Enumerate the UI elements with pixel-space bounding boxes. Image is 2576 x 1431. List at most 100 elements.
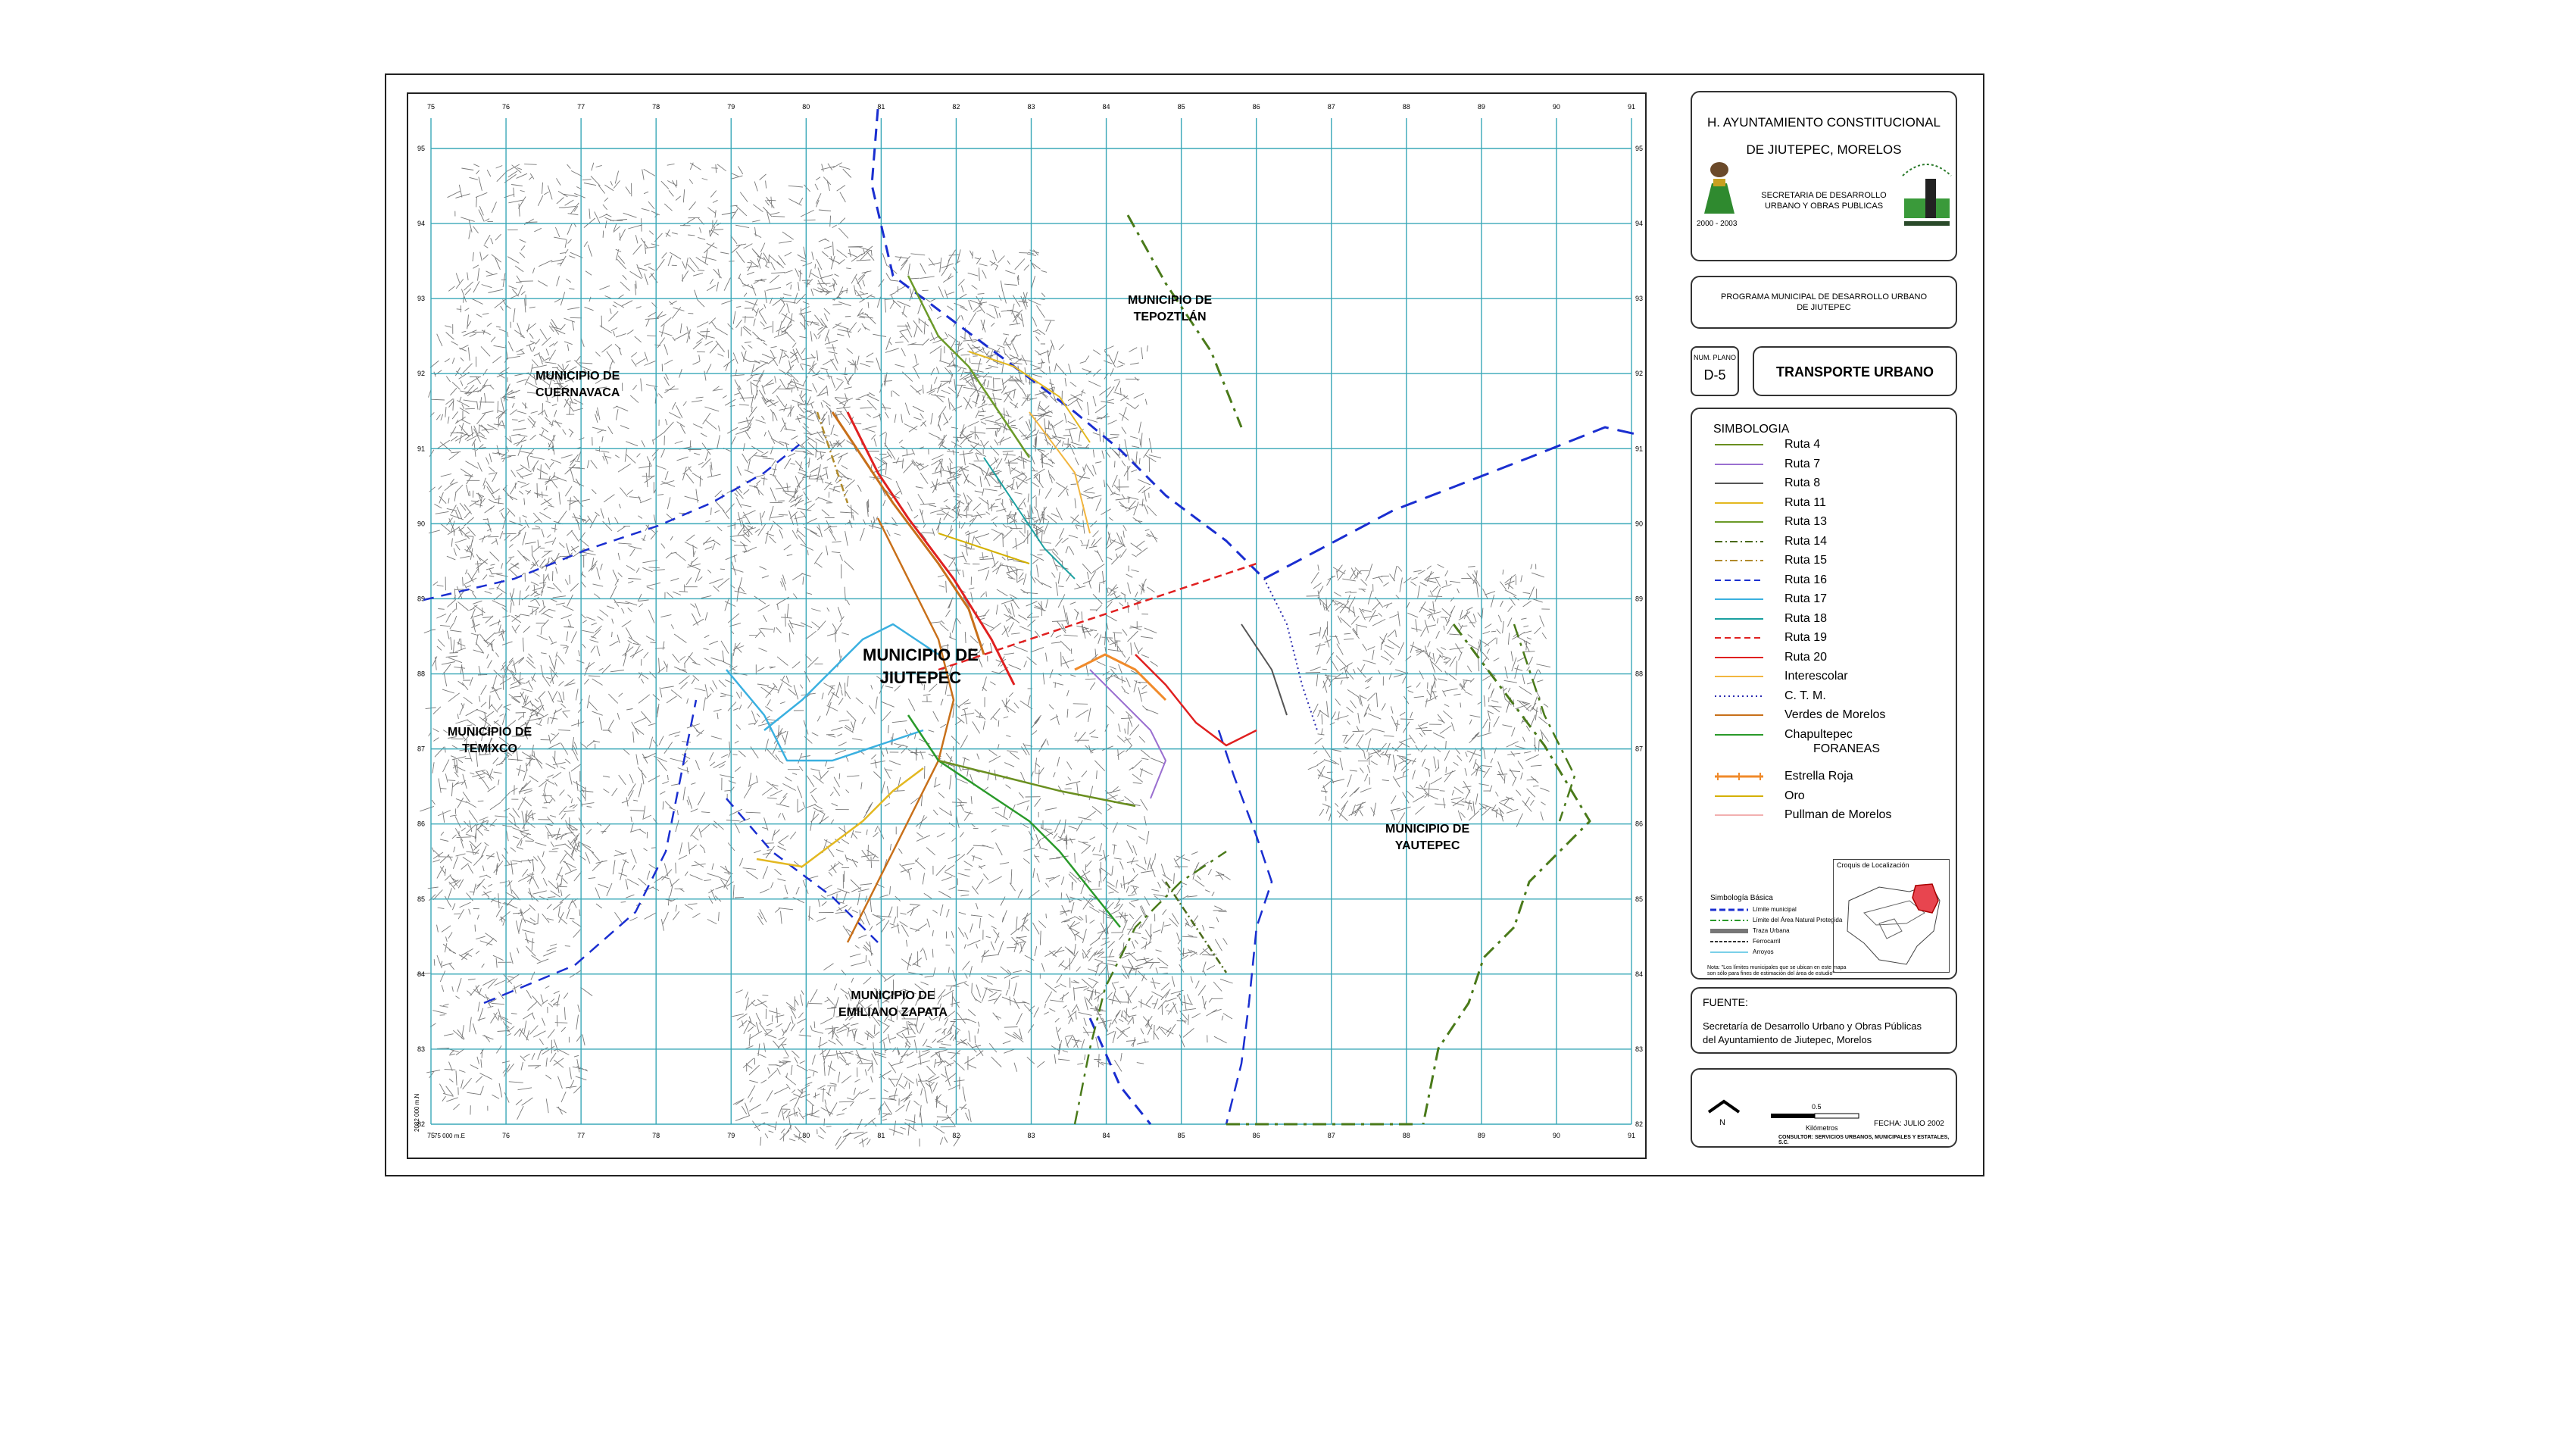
legend-swatch bbox=[1715, 773, 1763, 780]
municipal-boundary bbox=[423, 442, 803, 601]
plan-title-block: TRANSPORTE URBANO bbox=[1753, 346, 1957, 396]
legend-swatch bbox=[1715, 656, 1763, 658]
grid-label-x: 90 bbox=[1553, 103, 1560, 111]
legend-item-route-9: Ruta 18 bbox=[1715, 611, 1827, 627]
foraneas-title: FORANEAS bbox=[1813, 742, 1881, 755]
grid-label-x: 89 bbox=[1478, 103, 1485, 111]
legend-label: Ruta 20 bbox=[1784, 650, 1828, 664]
dept-line1: SECRETARIA DE DESARROLLO bbox=[1761, 191, 1887, 200]
grid-label-y: 85 bbox=[1635, 895, 1643, 903]
legend-item-route-5: Ruta 14 bbox=[1715, 533, 1827, 550]
dept-line2: URBANO Y OBRAS PUBLICAS bbox=[1764, 202, 1884, 211]
basic-symbol-item: Traza Urbana bbox=[1710, 927, 1790, 934]
grid-label-x: 77 bbox=[577, 1132, 585, 1139]
legend-label: Ruta 14 bbox=[1784, 534, 1828, 548]
municipality-label-yautepec: MUNICIPIO DE YAUTEPEC bbox=[1385, 823, 1470, 852]
grid-label-x: 89 bbox=[1478, 1132, 1485, 1139]
municipality-label-temixco: MUNICIPIO DE TEMIXCO bbox=[448, 726, 532, 755]
municipality-label-jiutepec: MUNICIPIO DE JIUTEPEC bbox=[863, 645, 979, 687]
protected-area-boundary bbox=[1422, 926, 1516, 1125]
grid-label-x: 80 bbox=[802, 103, 810, 111]
grid-label-x: 85 bbox=[1178, 1132, 1185, 1139]
route-verdes-de-morelos bbox=[846, 517, 955, 943]
legend-swatch bbox=[1715, 598, 1763, 600]
date-label: FECHA: JULIO 2002 bbox=[1874, 1120, 1944, 1128]
grid-label-y: 95 bbox=[1635, 145, 1643, 152]
grid-label-x: 86 bbox=[1253, 1132, 1260, 1139]
map-area[interactable]: 75 75 76 76 77 77 78 78 79 79 80 80 81 81 82 82 83 83 84 84… bbox=[407, 92, 1647, 1159]
legend-swatch bbox=[1715, 695, 1763, 697]
grid-label-y: 86 bbox=[1635, 820, 1643, 828]
grid-label-x: 80 bbox=[802, 1132, 810, 1139]
legend-item-route-4: Ruta 13 bbox=[1715, 514, 1827, 530]
grid-label-x: 85 bbox=[1178, 103, 1185, 111]
legend-item-route-7: Ruta 16 bbox=[1715, 572, 1827, 589]
period-label: 2000 - 2003 bbox=[1697, 220, 1738, 228]
legend-swatch bbox=[1715, 560, 1763, 561]
route-chapultepec bbox=[907, 714, 1121, 928]
grid-label-y: 90 bbox=[417, 520, 425, 527]
legend-swatch bbox=[1715, 637, 1763, 639]
grid-label-y: 92 bbox=[417, 370, 425, 377]
program-line2: DE JIUTEPEC bbox=[1797, 303, 1851, 312]
legend-label: Chapultepec bbox=[1784, 727, 1853, 741]
location-inset: Croquis de Localización bbox=[1833, 859, 1950, 973]
grid-label-x: 84 bbox=[1103, 1132, 1110, 1139]
legend-item-route-12: Interescolar bbox=[1715, 668, 1848, 685]
source-label: FUENTE: bbox=[1703, 996, 1748, 1008]
municipal-boundary bbox=[1088, 1017, 1152, 1125]
grid-label-y: 82 bbox=[1635, 1120, 1643, 1128]
municipality-label-emiliano-zapata: MUNICIPIO DE EMILIANO ZAPATA bbox=[838, 989, 948, 1019]
legend-swatch bbox=[1715, 444, 1763, 445]
grid-label-x: 88 bbox=[1403, 1132, 1410, 1139]
legend-label: Oro bbox=[1784, 789, 1805, 802]
route-ruta-14 bbox=[1164, 881, 1228, 973]
scale-unit: Kilómetros bbox=[1806, 1124, 1838, 1132]
grid-label-y: 93 bbox=[1635, 295, 1643, 302]
grid-label-y: 87 bbox=[417, 745, 425, 753]
grid-labels: 7575767677777878797980808181828283838484… bbox=[414, 103, 1643, 1139]
grid-label-y: 84 bbox=[417, 970, 425, 978]
grid-label-x: 83 bbox=[1027, 103, 1035, 111]
legend-item-route-6: Ruta 15 bbox=[1715, 552, 1827, 569]
legend-item-route-15: Chapultepec bbox=[1715, 726, 1853, 743]
legend-label: Ruta 18 bbox=[1784, 611, 1828, 625]
grid-label-x: 91 bbox=[1628, 1132, 1635, 1139]
legend-item-route-14: Verdes de Morelos bbox=[1715, 707, 1885, 723]
grid-label-x: 83 bbox=[1027, 1132, 1035, 1139]
grid-label-x: 76 bbox=[502, 1132, 510, 1139]
legend-item-route-13: C. T. M. bbox=[1715, 688, 1826, 705]
urban-streets bbox=[1048, 851, 1233, 1049]
grid-label-y: 95 bbox=[417, 145, 425, 152]
grid-label-x: 87 bbox=[1328, 1132, 1335, 1139]
grid-label-y: 91 bbox=[417, 445, 425, 452]
legend-item-route-10: Ruta 19 bbox=[1715, 630, 1827, 646]
legend-label: Pullman de Morelos bbox=[1784, 808, 1892, 821]
legend-title: SIMBOLOGIA bbox=[1713, 423, 1790, 436]
scale-value: 0.5 bbox=[1812, 1103, 1822, 1111]
grid-label-x: 86 bbox=[1253, 103, 1260, 111]
grid-label-x: 77 bbox=[577, 103, 585, 111]
legend-item-route-0: Ruta 4 bbox=[1715, 436, 1820, 453]
legend-item-foranea-0: Estrella Roja bbox=[1715, 768, 1853, 785]
legend-label: Ruta 16 bbox=[1784, 573, 1828, 586]
urban-streets bbox=[441, 162, 859, 933]
legend-item-foranea-2: Pullman de Morelos bbox=[1715, 807, 1891, 823]
legend-label: Ruta 11 bbox=[1784, 495, 1826, 509]
grid-label-x: 91 bbox=[1628, 103, 1635, 111]
legend-label: Interescolar bbox=[1784, 670, 1848, 683]
scale-bar bbox=[1771, 1113, 1859, 1119]
grid-label-y: 84 bbox=[1635, 970, 1643, 978]
coordinate-grid bbox=[430, 118, 1632, 1125]
grid-label-y: 88 bbox=[1635, 670, 1643, 678]
grid-label-y: 91 bbox=[1635, 445, 1643, 452]
legend-swatch bbox=[1715, 714, 1763, 716]
program-line1: PROGRAMA MUNICIPAL DE DESARROLLO URBANO bbox=[1721, 292, 1927, 302]
plan-number-label: NUM. PLANO bbox=[1693, 354, 1736, 361]
urban-street-grid bbox=[417, 162, 1551, 1150]
map-canvas: 7575767677777878797980808181828283838484… bbox=[414, 103, 1643, 1150]
location-inset-title: Croquis de Localización bbox=[1837, 861, 1909, 869]
grid-label-x: 84 bbox=[1103, 103, 1110, 111]
footer-block: N 0.5 Kilómetros FECHA: JULIO 2002 CONSU… bbox=[1691, 1068, 1957, 1148]
grid-label-x: 88 bbox=[1403, 103, 1410, 111]
